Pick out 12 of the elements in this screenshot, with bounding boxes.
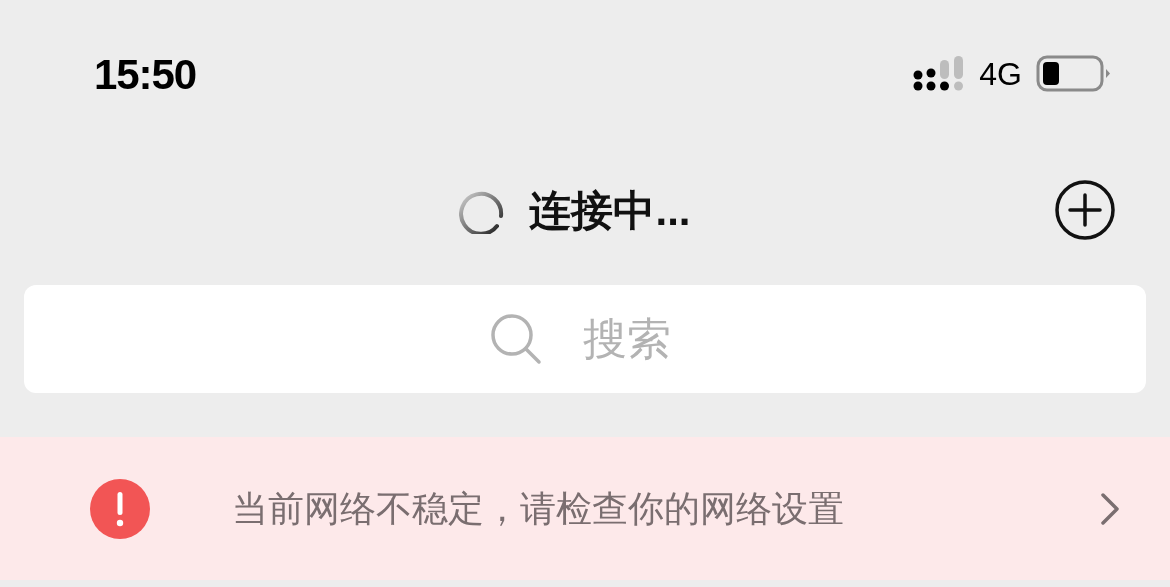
search-field[interactable]: 搜索 — [24, 285, 1146, 393]
signal-icon — [913, 55, 966, 93]
search-icon — [490, 313, 542, 365]
page-title: 连接中... — [529, 185, 691, 236]
chevron-right-icon — [1100, 491, 1120, 526]
alert-icon — [90, 478, 150, 539]
network-alert-banner[interactable]: 当前网络不稳定，请检查你的网络设置 — [0, 437, 1170, 580]
alert-message: 当前网络不稳定，请检查你的网络设置 — [232, 486, 844, 531]
status-time: 15:50 — [94, 49, 197, 100]
add-icon[interactable] — [1054, 179, 1116, 241]
battery-icon — [1036, 55, 1112, 93]
network-type: 4G — [979, 55, 1022, 94]
